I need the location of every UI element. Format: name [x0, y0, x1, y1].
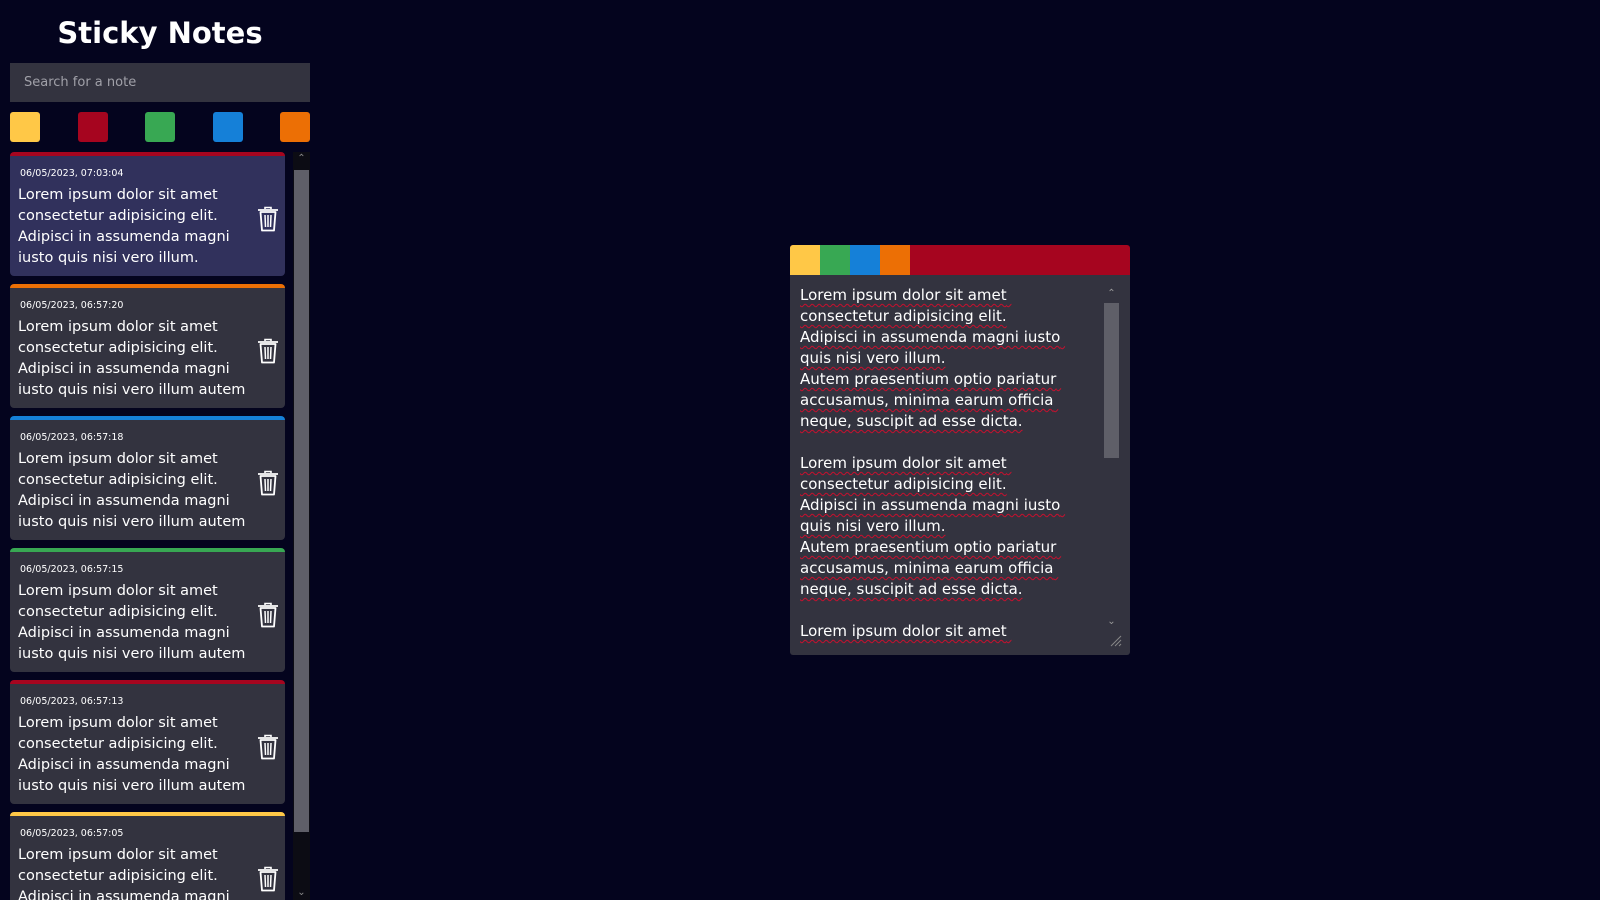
note-list-scrollbar[interactable]: ⌃ ⌄ [293, 152, 310, 900]
note-text: Lorem ipsum dolor sit amet consectetur a… [18, 319, 246, 398]
editor-color-bar [790, 245, 1130, 275]
note-text: Lorem ipsum dolor sit amet consectetur a… [18, 451, 246, 530]
swatch-blue[interactable] [212, 112, 243, 142]
note-list-container: 06/05/2023, 07:03:04 Lorem ipsum dolor s… [10, 152, 310, 900]
note-card[interactable]: 06/05/2023, 07:03:04 Lorem ipsum dolor s… [10, 152, 285, 276]
note-list: 06/05/2023, 07:03:04 Lorem ipsum dolor s… [10, 152, 285, 900]
note-date: 06/05/2023, 06:57:20 [20, 300, 124, 311]
trash-icon[interactable] [257, 206, 279, 232]
editor-body: Lorem ipsum dolor sit amet consectetur a… [790, 275, 1130, 655]
trash-icon[interactable] [257, 470, 279, 496]
note-card[interactable]: 06/05/2023, 06:57:18 Lorem ipsum dolor s… [10, 416, 285, 540]
trash-icon[interactable] [257, 602, 279, 628]
scroll-thumb[interactable] [294, 170, 309, 832]
search-input[interactable] [10, 63, 310, 102]
note-date: 06/05/2023, 06:57:05 [20, 828, 124, 839]
note-text: Lorem ipsum dolor sit amet consectetur a… [18, 187, 230, 266]
swatch-orange[interactable] [280, 112, 310, 142]
chevron-down-icon[interactable]: ⌄ [1103, 615, 1120, 629]
trash-icon[interactable] [257, 866, 279, 892]
note-editor: Lorem ipsum dolor sit amet consectetur a… [790, 245, 1130, 655]
note-textarea[interactable]: Lorem ipsum dolor sit amet consectetur a… [800, 285, 1090, 645]
app-title: Sticky Notes [57, 16, 263, 50]
resize-grip-icon[interactable] [1110, 635, 1122, 647]
note-card[interactable]: 06/05/2023, 06:57:15 Lorem ipsum dolor s… [10, 548, 285, 672]
editor-swatch-orange[interactable] [880, 245, 910, 275]
chevron-down-icon[interactable]: ⌄ [293, 886, 310, 900]
note-card[interactable]: 06/05/2023, 06:57:13 Lorem ipsum dolor s… [10, 680, 285, 804]
editor-scrollbar[interactable]: ⌃ ⌄ [1103, 287, 1120, 629]
note-card[interactable]: 06/05/2023, 06:57:20 Lorem ipsum dolor s… [10, 284, 285, 408]
note-date: 06/05/2023, 06:57:18 [20, 432, 124, 443]
trash-icon[interactable] [257, 734, 279, 760]
swatch-red[interactable] [77, 112, 108, 142]
trash-icon[interactable] [257, 338, 279, 364]
editor-swatch-green[interactable] [820, 245, 850, 275]
note-text: Lorem ipsum dolor sit amet consectetur a… [18, 847, 230, 900]
chevron-up-icon[interactable]: ⌃ [1103, 287, 1120, 301]
note-date: 06/05/2023, 06:57:13 [20, 696, 124, 707]
swatch-yellow[interactable] [10, 112, 40, 142]
editor-scroll-thumb[interactable] [1104, 303, 1119, 458]
note-card[interactable]: 06/05/2023, 06:57:05 Lorem ipsum dolor s… [10, 812, 285, 900]
chevron-up-icon[interactable]: ⌃ [293, 152, 310, 166]
editor-swatch-blue[interactable] [850, 245, 880, 275]
sidebar: Sticky Notes 06/05/2023, 07:03:04 Lorem … [10, 0, 310, 900]
note-text: Lorem ipsum dolor sit amet consectetur a… [18, 583, 246, 662]
editor-swatch-yellow[interactable] [790, 245, 820, 275]
color-filter-swatches [10, 112, 310, 142]
note-text: Lorem ipsum dolor sit amet consectetur a… [18, 715, 246, 794]
swatch-green[interactable] [145, 112, 175, 142]
note-date: 06/05/2023, 06:57:15 [20, 564, 124, 575]
note-date: 06/05/2023, 07:03:04 [20, 168, 124, 179]
